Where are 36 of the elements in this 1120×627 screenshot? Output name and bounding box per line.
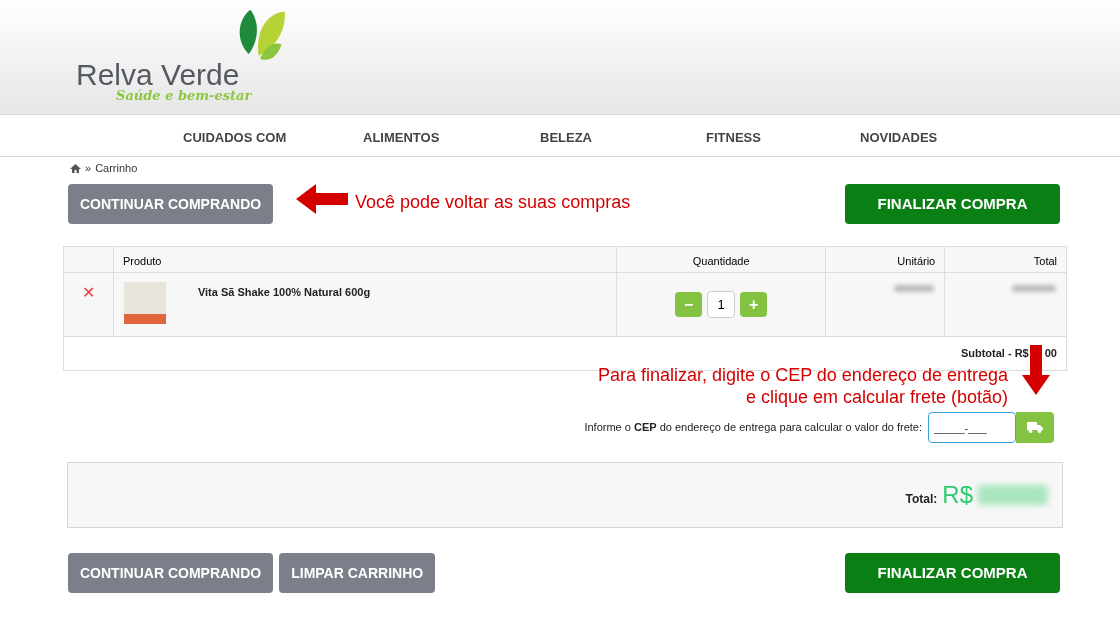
logo-wordmark[interactable]: Relva Verde xyxy=(76,60,240,90)
continue-shopping-button[interactable]: CONTINUAR COMPRANDO xyxy=(68,184,274,224)
annotation-text: Para finalizar, digite o CEP do endereço de entrega e clique em calcular frete (botão) xyxy=(598,364,1008,408)
nav-link[interactable]: BELEZA xyxy=(540,128,592,148)
truck-icon xyxy=(1027,422,1043,433)
home-icon[interactable] xyxy=(70,163,81,173)
column-header: Produto xyxy=(113,247,617,272)
blurred-price xyxy=(894,285,935,292)
shipping-instructions: Informe o CEP do endereço de entrega para calcular o valor do frete: xyxy=(584,420,922,436)
logo-tagline: Saúde e bem-estar xyxy=(116,87,252,105)
subtotal-value: 00 xyxy=(1044,346,1057,362)
continue-shopping-button[interactable]: CONTINUAR COMPRANDO xyxy=(68,553,274,593)
nav-link[interactable]: CUIDADOS COM xyxy=(183,128,287,148)
remove-item-button[interactable]: ✕ xyxy=(81,285,95,299)
product-name[interactable]: Vita Sã Shake 100% Natural 600g xyxy=(197,282,371,336)
column-header: Unitário xyxy=(826,247,946,272)
clear-cart-button[interactable]: LIMPAR CARRINHO xyxy=(279,553,436,593)
total-label: Total: xyxy=(905,491,938,508)
nav-link[interactable]: ALIMENTOS xyxy=(363,128,440,148)
annotation-arrow xyxy=(296,184,348,214)
checkout-button[interactable]: FINALIZAR COMPRA xyxy=(845,184,1060,224)
nav-link[interactable]: FITNESS xyxy=(706,128,761,148)
nav-link[interactable]: NOVIDADES xyxy=(860,128,938,148)
blurred-total xyxy=(978,485,1048,505)
product-photo-placeholder xyxy=(123,282,166,324)
column-header: Total xyxy=(1032,254,1058,269)
zip-code-field[interactable]: _____-___ xyxy=(928,412,1016,443)
quantity-field[interactable]: 1 xyxy=(707,291,736,318)
annotation-text: Você pode voltar as suas compras xyxy=(355,191,631,214)
blurred-price xyxy=(1012,285,1056,292)
breadcrumb-link[interactable]: Carrinho xyxy=(95,159,138,177)
breadcrumb-separator: » xyxy=(85,160,92,176)
subtotal-label: Subtotal - R$ xyxy=(960,346,1029,362)
total-currency: R$ xyxy=(942,480,973,510)
checkout-button[interactable]: FINALIZAR COMPRA xyxy=(845,553,1060,593)
column-header: Quantidade xyxy=(616,247,827,272)
